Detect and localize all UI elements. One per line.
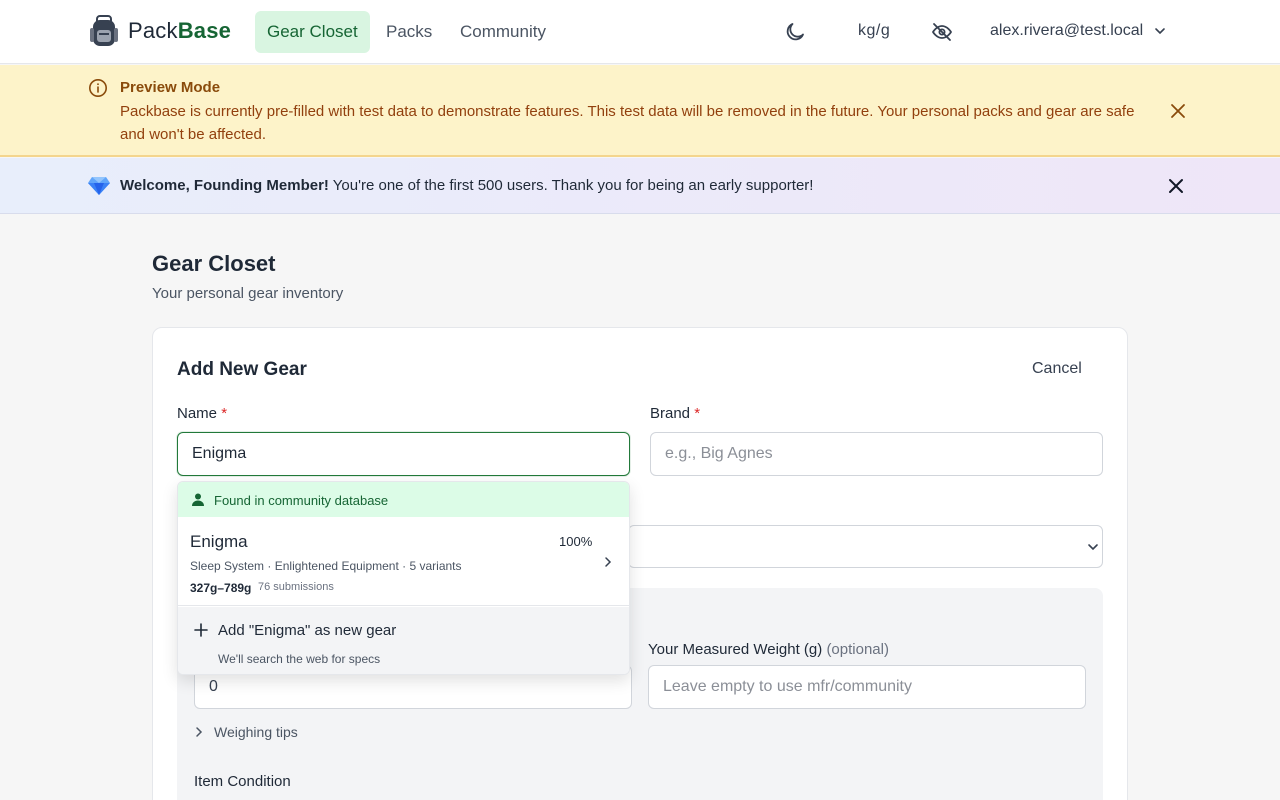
suggestions-header: Found in community database [178, 482, 629, 517]
category-select[interactable] [628, 525, 1103, 568]
logo-text: PackBase [128, 18, 232, 43]
suggestion-meta: Sleep System · Enlightened Equipment · 5… [190, 559, 462, 573]
welcome-message: Welcome, Founding Member! You're one of … [120, 177, 814, 194]
submissions-count: 76 submissions [258, 581, 334, 593]
brand-input[interactable]: e.g., Big Agnes [650, 432, 1103, 476]
chevron-down-icon [1155, 28, 1165, 35]
brand-label: Brand * [650, 405, 701, 422]
suggestion-name: Enigma [190, 532, 248, 551]
page-subtitle: Your personal gear inventory [152, 285, 344, 302]
user-email: alex.rivera@test.local [990, 22, 1144, 39]
nav-packs[interactable]: Packs [374, 11, 444, 53]
preview-title: Preview Mode [120, 79, 221, 96]
add-new-gear-label: Add "Enigma" as new gear [218, 622, 397, 639]
name-suggestions-dropdown: Found in community database Enigma 100% … [177, 481, 630, 675]
plus-icon [194, 623, 208, 637]
chevron-down-icon [1088, 544, 1098, 551]
packbase-logo[interactable]: PackBase [88, 14, 231, 48]
nav-gear-closet[interactable]: Gear Closet [255, 11, 370, 53]
weighing-tips-toggle[interactable]: Weighing tips [194, 724, 298, 740]
name-label: Name * [177, 405, 228, 422]
add-new-gear-option[interactable]: Add "Enigma" as new gear We'll search th… [178, 607, 629, 674]
eye-off-icon[interactable] [930, 20, 954, 44]
item-condition-label: Item Condition [194, 773, 291, 790]
measured-weight-label: Your Measured Weight (g) (optional) [648, 641, 889, 658]
add-new-gear-hint: We'll search the web for specs [218, 652, 381, 666]
welcome-banner: Welcome, Founding Member! You're one of … [0, 158, 1280, 214]
preview-message: Packbase is currently pre-filled with te… [120, 103, 1135, 143]
backpack-icon [90, 15, 118, 46]
chevron-right-icon [196, 727, 203, 737]
gem-icon [88, 177, 110, 195]
info-icon [89, 79, 107, 97]
page-title: Gear Closet [152, 251, 276, 276]
match-score: 100% [559, 534, 593, 549]
top-nav: PackBase Gear Closet Packs Community kg/… [0, 0, 1280, 64]
measured-weight-input[interactable]: Leave empty to use mfr/community [648, 665, 1086, 709]
moon-icon[interactable] [783, 20, 807, 44]
close-icon[interactable] [1164, 174, 1188, 198]
suggestion-item[interactable]: Enigma 100% Sleep System · Enlightened E… [178, 517, 629, 606]
user-icon [192, 493, 204, 506]
nav-community[interactable]: Community [448, 11, 558, 53]
units-toggle[interactable]: kg/g [858, 22, 890, 40]
preview-banner: Preview Mode Packbase is currently pre-f… [0, 65, 1280, 157]
cancel-button[interactable]: Cancel [1018, 360, 1096, 378]
name-input[interactable]: Enigma [177, 432, 630, 476]
form-title: Add New Gear [177, 359, 307, 380]
chevron-right-icon [605, 557, 612, 567]
user-menu[interactable]: alex.rivera@test.local [990, 22, 1167, 40]
weight-range: 327g–789g [190, 581, 252, 595]
close-icon[interactable] [1166, 99, 1190, 123]
